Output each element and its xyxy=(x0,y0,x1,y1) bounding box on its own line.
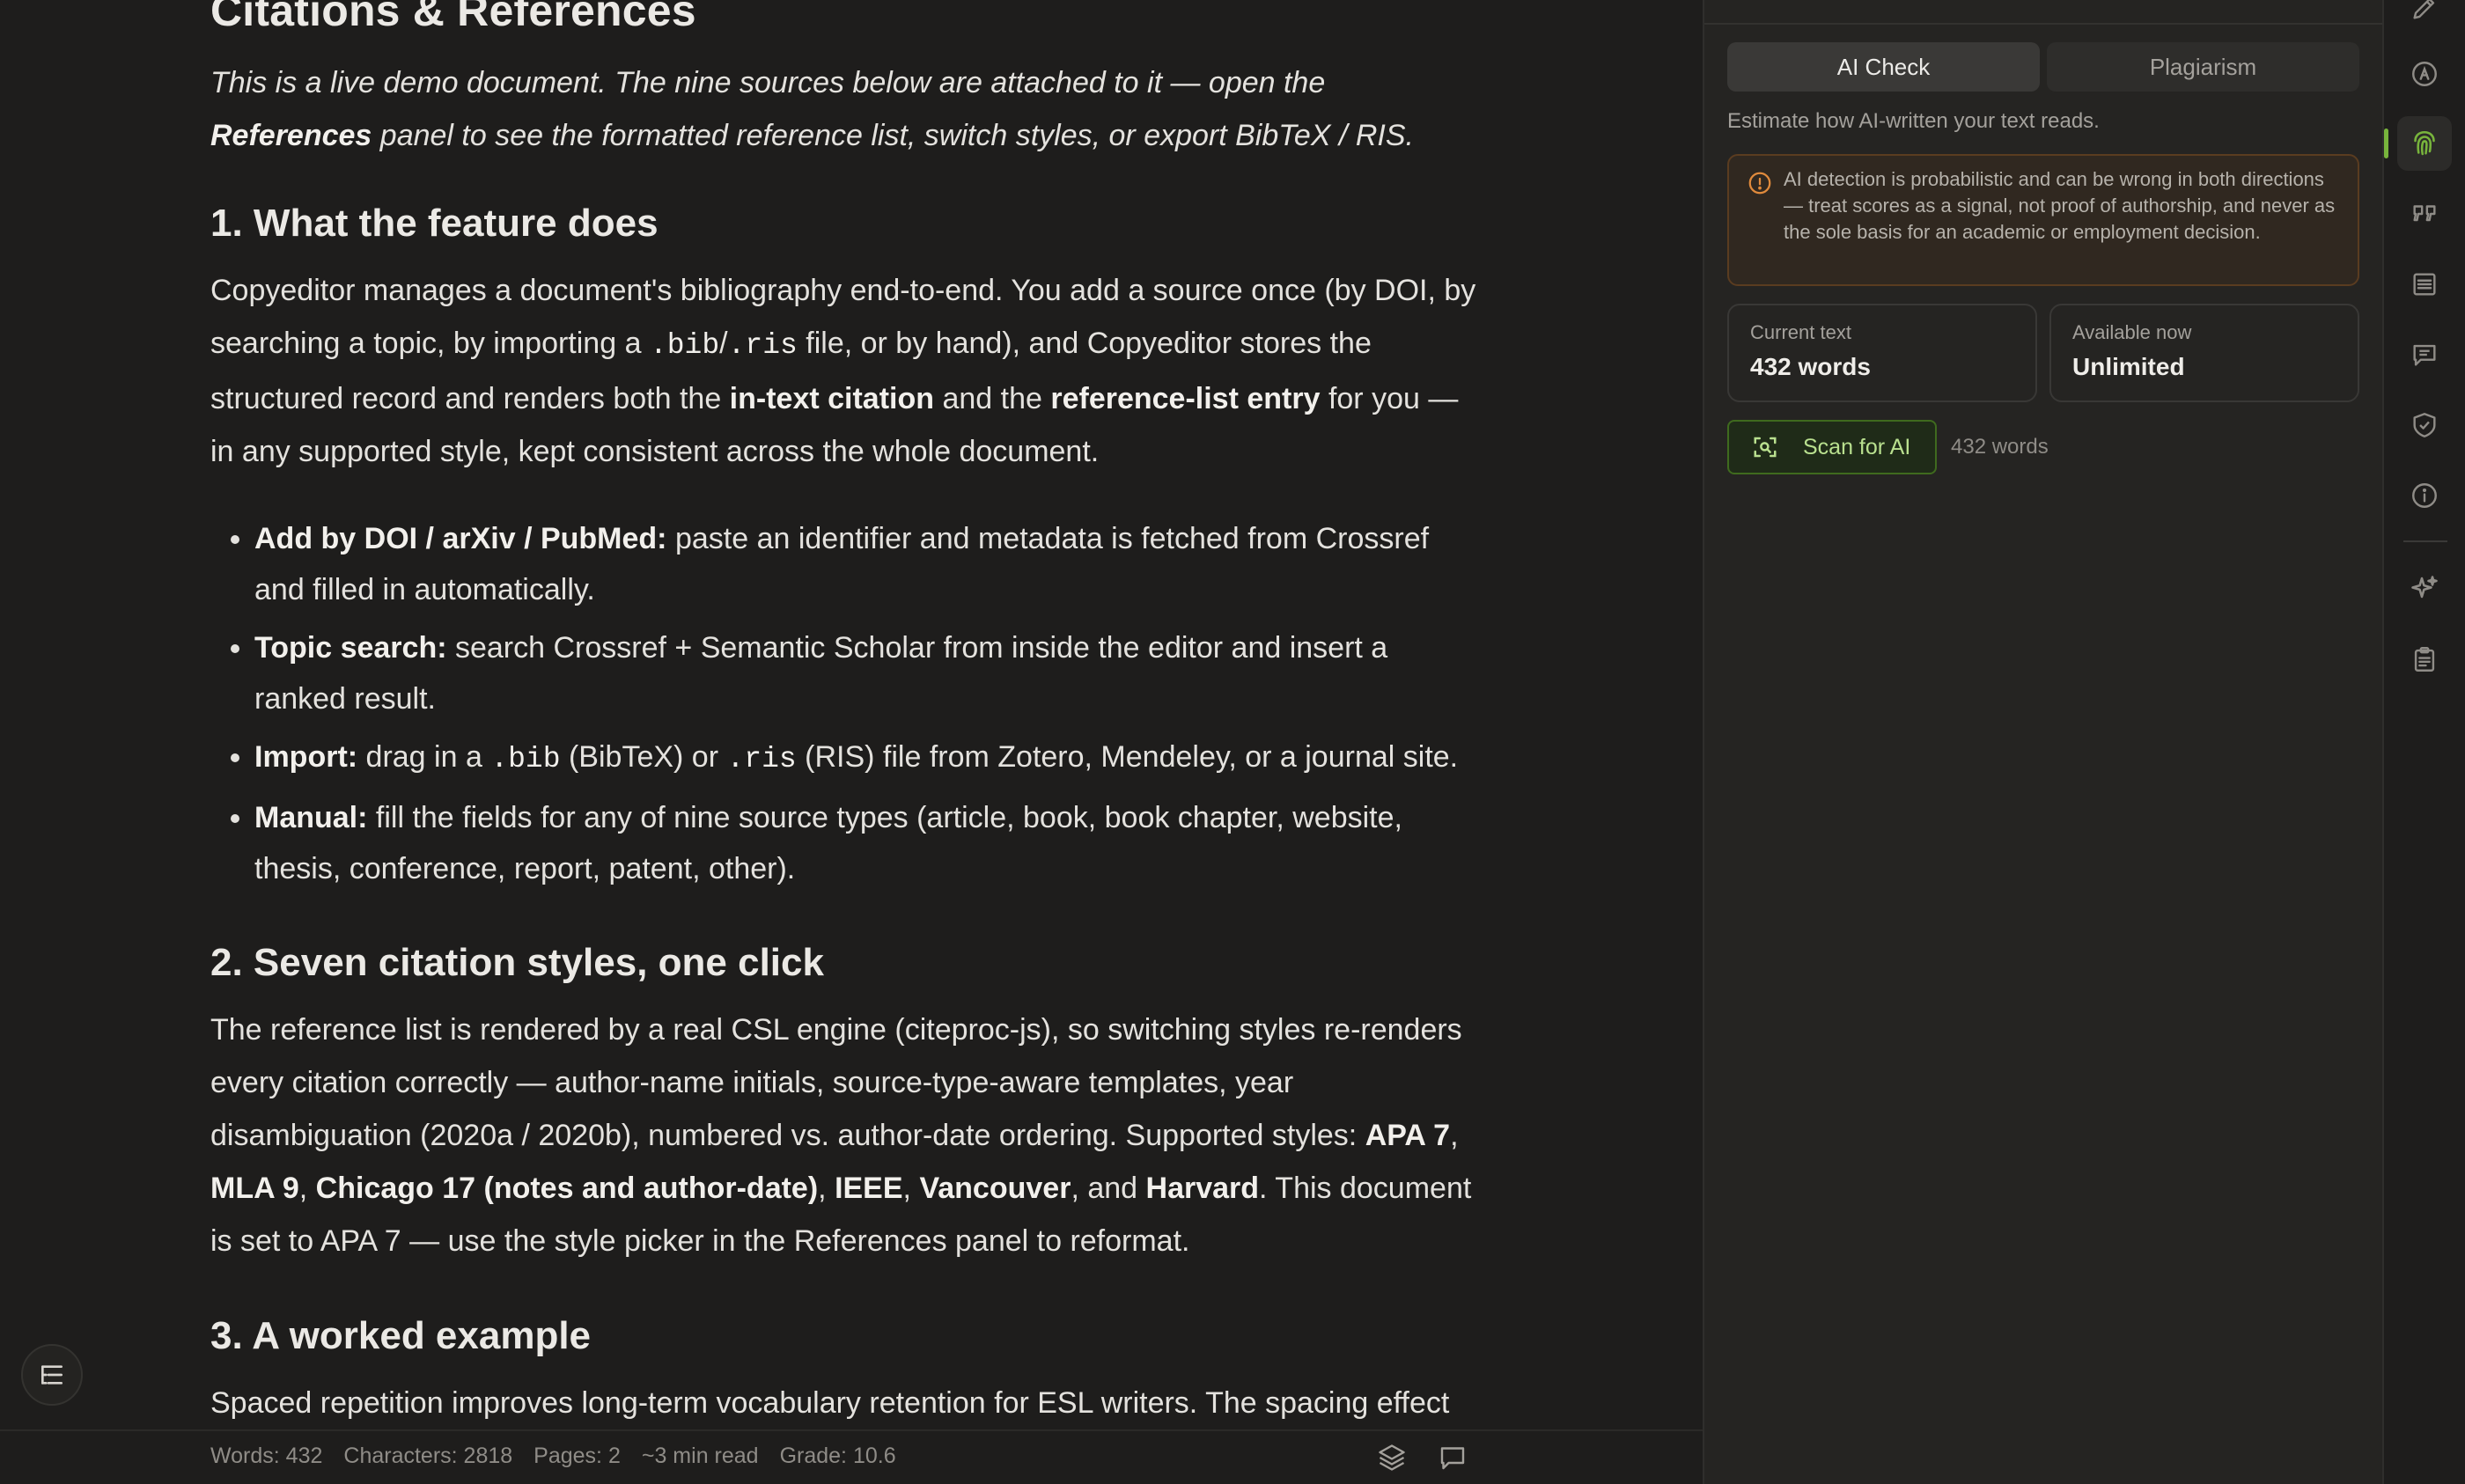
fingerprint-icon[interactable] xyxy=(2397,116,2452,171)
panel-header-divider xyxy=(1704,0,2382,25)
list-item: Import: drag in a .bib (BibTeX) or .ris … xyxy=(254,731,1487,785)
quote-icon[interactable] xyxy=(2397,187,2452,241)
warning-text: AI detection is probabilistic and can be… xyxy=(1784,168,2336,243)
current-text-value: 432 words xyxy=(1750,353,1871,380)
sparkle-icon[interactable] xyxy=(2397,562,2452,616)
list-item: Add by DOI / arXiv / PubMed: paste an id… xyxy=(254,513,1487,615)
scan-button-label: Scan for AI xyxy=(1803,434,1911,459)
status-bar: Words: 432 Characters: 2818 Pages: 2 ~3 … xyxy=(0,1429,1703,1484)
editor-area[interactable]: Citations & References This is a live de… xyxy=(0,0,1703,1429)
shield-check-icon[interactable] xyxy=(2397,398,2452,452)
scan-icon xyxy=(1754,437,1777,458)
feature-list: Add by DOI / arXiv / PubMed: paste an id… xyxy=(210,513,1487,894)
comment-icon[interactable] xyxy=(2397,327,2452,382)
section-heading-2: 2. Seven citation styles, one click xyxy=(210,941,824,984)
spellcheck-icon[interactable] xyxy=(2397,47,2452,101)
comment-toggle-icon[interactable] xyxy=(1437,1442,1468,1473)
document-stats: Words: 432 Characters: 2818 Pages: 2 ~3 … xyxy=(210,1444,896,1469)
warning-info-icon xyxy=(1747,170,1773,196)
word-count: Words: 432 xyxy=(210,1444,323,1468)
section2-paragraph: The reference list is rendered by a real… xyxy=(210,1013,1472,1258)
list-item: Topic search: search Crossref + Semantic… xyxy=(254,622,1487,724)
pen-icon[interactable] xyxy=(2397,0,2452,35)
layers-icon[interactable] xyxy=(1376,1442,1408,1473)
clipboard-icon[interactable] xyxy=(2397,632,2452,687)
disclaimer-warning: AI detection is probabilistic and can be… xyxy=(1727,154,2359,286)
document-title: Citations & References xyxy=(210,0,696,35)
section-heading-1: 1. What the feature does xyxy=(210,202,659,245)
info-icon[interactable] xyxy=(2397,468,2452,523)
tool-rail xyxy=(2382,0,2465,1484)
ai-check-panel: AI Check Plagiarism Estimate how AI-writ… xyxy=(1703,0,2382,1484)
outline-toggle-button[interactable] xyxy=(21,1344,83,1406)
scan-word-count: 432 words xyxy=(1951,435,2049,459)
current-text-card: Current text 432 words xyxy=(1727,304,2037,402)
read-time: ~3 min read xyxy=(641,1444,759,1468)
list-item: Manual: fill the fields for any of nine … xyxy=(254,792,1487,894)
panel-tabs: AI Check Plagiarism xyxy=(1727,42,2359,92)
intro-paragraph: This is a live demo document. The nine s… xyxy=(210,66,1414,152)
panel-description: Estimate how AI-written your text reads. xyxy=(1727,109,2100,133)
available-now-label: Available now xyxy=(2072,321,2192,343)
active-tool-indicator xyxy=(2384,129,2388,158)
page-count: Pages: 2 xyxy=(533,1444,621,1468)
grade-level: Grade: 10.6 xyxy=(779,1444,896,1468)
character-count: Characters: 2818 xyxy=(343,1444,513,1468)
scan-for-ai-button[interactable]: Scan for AI xyxy=(1727,420,1937,474)
section1-paragraph: Copyeditor manages a document's bibliogr… xyxy=(210,274,1476,468)
section3-paragraph: Spaced repetition improves long-term voc… xyxy=(210,1386,1450,1420)
available-now-card: Available now Unlimited xyxy=(2049,304,2359,402)
document-body[interactable]: Citations & References This is a live de… xyxy=(210,0,1487,1429)
document-lines-icon[interactable] xyxy=(2397,257,2452,312)
tab-ai-check[interactable]: AI Check xyxy=(1727,42,2040,92)
outline-list-icon xyxy=(41,1365,63,1385)
section-heading-3: 3. A worked example xyxy=(210,1314,592,1357)
available-now-value: Unlimited xyxy=(2072,353,2185,380)
rail-divider xyxy=(2403,540,2447,542)
current-text-label: Current text xyxy=(1750,321,1851,343)
tab-plagiarism[interactable]: Plagiarism xyxy=(2047,42,2359,92)
references-panel-mention: References xyxy=(210,119,372,152)
